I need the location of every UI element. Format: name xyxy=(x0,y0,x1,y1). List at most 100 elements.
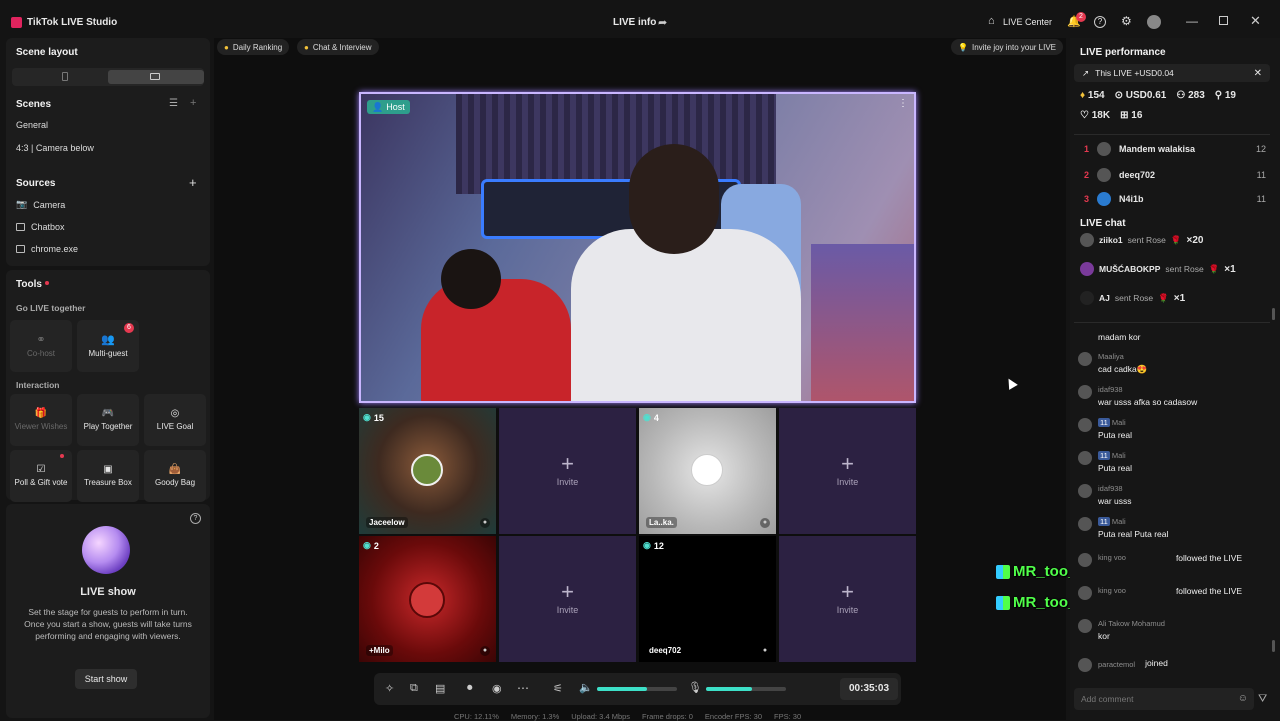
chat-interview-button[interactable]: ● Chat & Interview xyxy=(297,39,379,55)
host-person xyxy=(571,229,801,401)
plus-icon: + xyxy=(561,451,574,476)
chat-icon: ● xyxy=(304,42,309,52)
bag-icon: 👜 xyxy=(168,464,182,476)
camera-icon: 📷 xyxy=(16,199,28,209)
goody-bag-button[interactable]: 👜 Goody Bag xyxy=(144,450,206,502)
live-info-title[interactable]: LIVE info xyxy=(613,17,656,28)
help-icon[interactable]: ? xyxy=(190,513,201,524)
wish-icon: 🎁 xyxy=(34,408,48,420)
source-item-chatbox[interactable]: Chatbox xyxy=(16,222,65,232)
invite-joy-button[interactable]: 💡 Invite joy into your LIVE xyxy=(951,39,1064,55)
scene-layout-title: Scene layout xyxy=(16,47,78,58)
invite-slot-3[interactable]: + Invite xyxy=(499,536,636,662)
mic-icon[interactable]: ● xyxy=(480,518,490,528)
scene-item-general[interactable]: General xyxy=(16,120,48,130)
avatar xyxy=(1080,233,1094,247)
this-live-earnings[interactable]: ↗ This LIVE +USD0.04 ✕ xyxy=(1074,64,1270,82)
notification-badge: 2 xyxy=(1076,12,1086,22)
gift-row: AJ sent Rose 🌹 ×1 xyxy=(1080,291,1185,305)
level-badge: 11 xyxy=(1098,451,1110,460)
more-icon[interactable]: ⋯ xyxy=(517,681,529,695)
mic-icon[interactable]: ● xyxy=(760,646,770,656)
invite-slot-2[interactable]: + Invite xyxy=(779,408,916,534)
layout-icon[interactable]: ▤ xyxy=(435,682,445,695)
daily-ranking-button[interactable]: ● Daily Ranking xyxy=(217,39,290,55)
chat-message: idaf938 war usss xyxy=(1078,484,1132,506)
more-icon[interactable]: ⋮ xyxy=(898,98,908,109)
viewer-wishes-button[interactable]: 🎁 Viewer Wishes xyxy=(10,394,72,446)
live-goal-label: LIVE Goal xyxy=(156,422,194,432)
home-icon[interactable]: ⌂ xyxy=(988,15,995,27)
mic-slider[interactable] xyxy=(706,687,786,691)
cohost-label: Co-host xyxy=(26,348,55,358)
audio-settings-icon[interactable]: ⚟ xyxy=(553,682,563,695)
guest-cell-4[interactable]: ◉ 12 deeq702 ● xyxy=(639,536,776,662)
portrait-layout-icon[interactable] xyxy=(62,72,68,81)
rank-row[interactable]: 2 deeq702 11 xyxy=(1084,166,1266,184)
mic-icon[interactable]: ● xyxy=(760,518,770,528)
chat-scrollbar-thumb[interactable] xyxy=(1272,640,1275,652)
chat-scrollbar[interactable] xyxy=(1272,310,1275,320)
mic-icon[interactable]: ● xyxy=(480,646,490,656)
people-icon: ⚇ xyxy=(1176,90,1186,101)
record-icon[interactable]: ⏺ xyxy=(467,682,473,695)
rank-number: 2 xyxy=(1084,170,1090,180)
list-icon[interactable]: ☰ xyxy=(169,98,178,109)
filter-icon[interactable]: ⛛ xyxy=(1258,693,1267,706)
rank-row[interactable]: 3 N4i1b 11 xyxy=(1084,192,1266,206)
guest-cell-2[interactable]: ◉ 4 La..ka. ● xyxy=(639,408,776,534)
emoji-icon[interactable]: ☺ xyxy=(1238,693,1248,704)
add-person-icon: ⚲ xyxy=(1214,90,1223,101)
live-timer: 00:35:03 xyxy=(840,678,898,700)
screenshot-icon[interactable]: ◉ xyxy=(492,682,502,695)
source-item-chrome[interactable]: chrome.exe xyxy=(16,244,78,254)
scene-panel: Scene layout Scenes ☰ + General 4:3 | Ca… xyxy=(6,38,210,266)
gear-icon[interactable]: ⚙ xyxy=(1121,14,1132,28)
invite-slot-1[interactable]: + Invite xyxy=(499,408,636,534)
source-item-camera[interactable]: 📷 Camera xyxy=(16,199,65,210)
diamond-icon: ◉ xyxy=(363,412,371,422)
effects-icon[interactable]: ⧉ xyxy=(410,682,418,695)
guest-person xyxy=(421,279,571,401)
cohost-button[interactable]: ⚭ Co-host xyxy=(10,320,72,372)
rank-score: 11 xyxy=(1256,170,1266,180)
add-source-icon[interactable]: + xyxy=(189,175,197,190)
invite-joy-label: Invite joy into your LIVE xyxy=(971,42,1057,52)
comment-input[interactable]: Add comment ☺ xyxy=(1074,688,1254,710)
plus-icon: + xyxy=(841,451,854,476)
rank-name: N4i1b xyxy=(1119,194,1144,204)
add-scene-icon[interactable]: + xyxy=(190,97,196,109)
guest-cell-1[interactable]: ◉ 15 Jaceelow ● xyxy=(359,408,496,534)
invite-slot-4[interactable]: + Invite xyxy=(779,536,916,662)
live-show-panel: ? LIVE show Set the stage for guests to … xyxy=(6,504,210,718)
close-icon[interactable]: ✕ xyxy=(1250,13,1261,29)
landscape-layout-button[interactable] xyxy=(108,70,204,84)
guest-cell-3[interactable]: ◉ 2 +Milo ● xyxy=(359,536,496,662)
live-goal-button[interactable]: ◎ LIVE Goal xyxy=(144,394,206,446)
guest-avatar xyxy=(411,454,443,486)
microphone-icon[interactable]: 🎙 xyxy=(688,681,702,694)
rank-row[interactable]: 1 Mandem walakisa 12 xyxy=(1084,140,1266,158)
start-show-button[interactable]: Start show xyxy=(75,669,137,689)
help-icon[interactable]: ? xyxy=(1094,16,1106,28)
avatar[interactable] xyxy=(1147,15,1161,29)
speaker-icon[interactable]: 🔈 xyxy=(579,681,593,694)
gift-row: ziiko1 sent Rose 🌹 ×20 xyxy=(1080,233,1203,247)
treasure-box-button[interactable]: ▣ Treasure Box xyxy=(77,450,139,502)
control-bar: ✧ ⧉ ▤ ⏺ ◉ ⋯ ⚟ 🔈 🎙 00:35:03 xyxy=(374,673,901,705)
minimize-icon[interactable]: — xyxy=(1186,14,1198,28)
guest-head xyxy=(441,249,501,309)
tools-panel: Tools Go LIVE together ⚭ Co-host 👥 Multi-g… xyxy=(6,270,210,502)
scene-item-camera-below[interactable]: 4:3 | Camera below xyxy=(16,143,94,153)
close-icon[interactable]: ✕ xyxy=(1254,68,1262,79)
play-together-button[interactable]: 🎮 Play Together xyxy=(77,394,139,446)
live-center-link[interactable]: LIVE Center xyxy=(1003,17,1052,27)
magic-wand-icon[interactable]: ✧ xyxy=(385,682,394,695)
cohost-icon: ⚭ xyxy=(36,333,46,346)
maximize-icon[interactable] xyxy=(1219,16,1228,25)
share-icon[interactable]: ➦ xyxy=(658,16,667,29)
volume-slider[interactable] xyxy=(597,687,677,691)
person-icon: 👤 xyxy=(372,101,384,112)
chat-message: madam kor xyxy=(1098,332,1141,342)
poll-dot xyxy=(60,454,64,458)
